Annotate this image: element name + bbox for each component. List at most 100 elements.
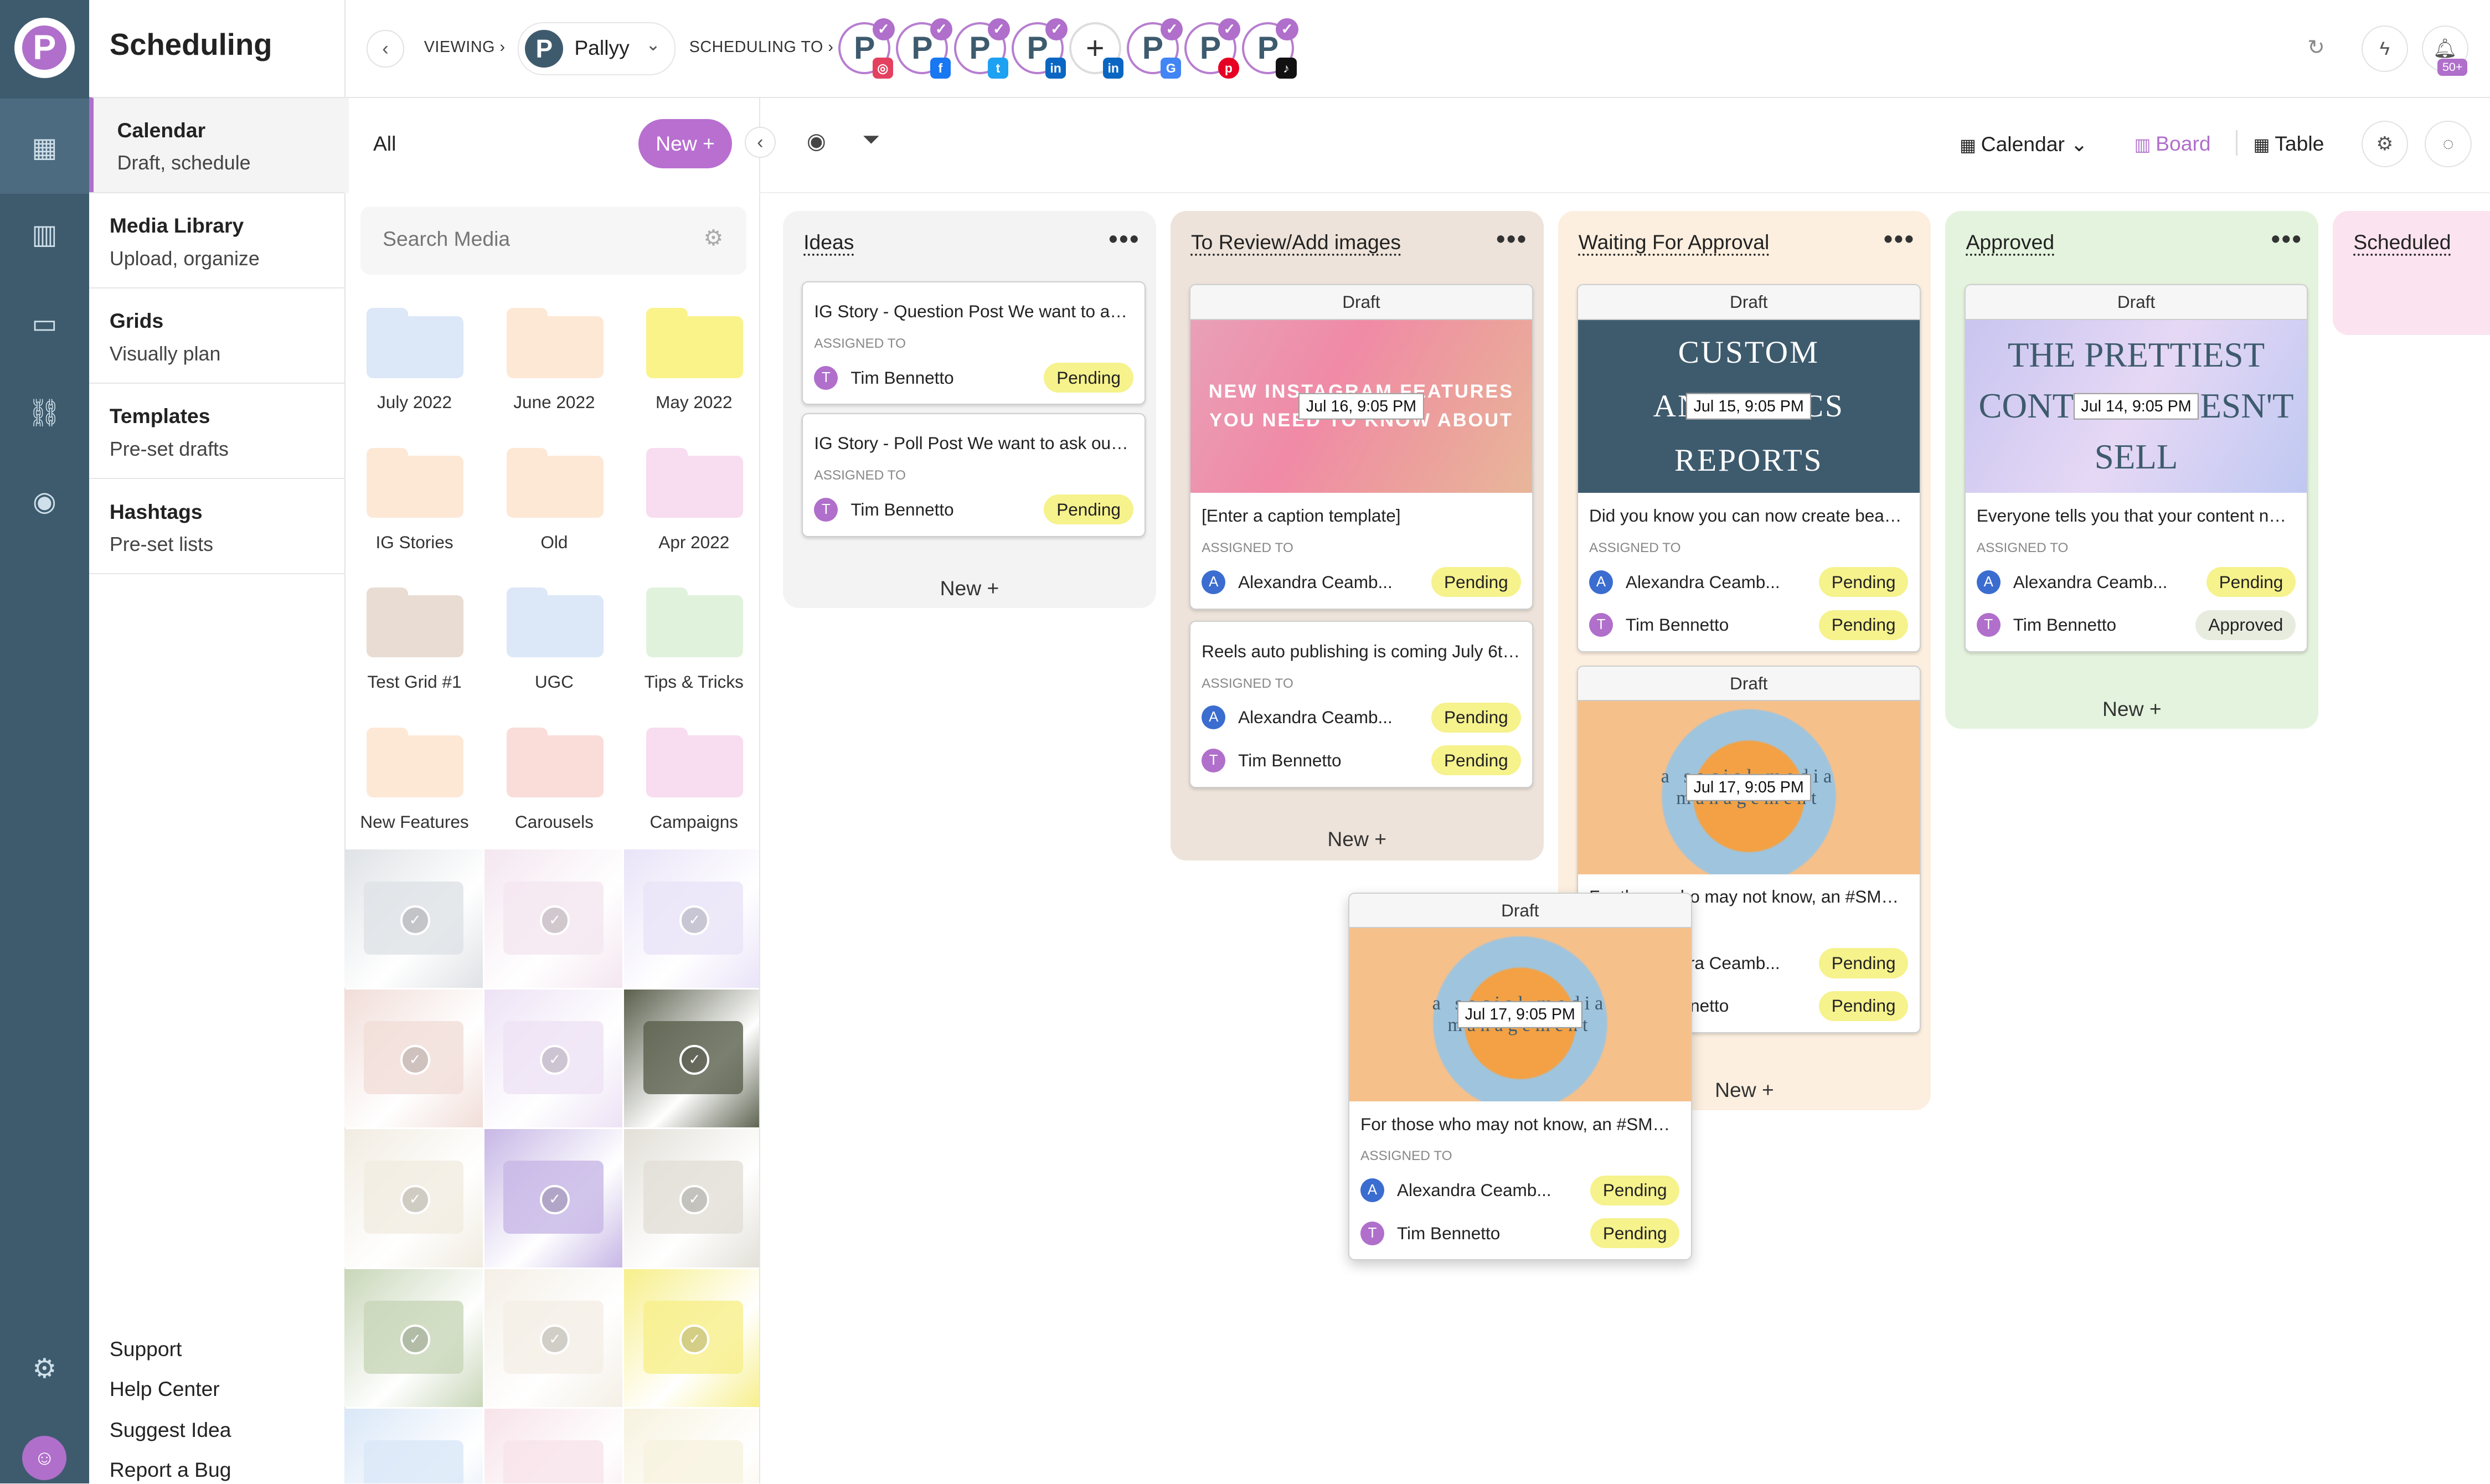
media-thumbnail[interactable]: ✓: [344, 989, 483, 1128]
column-title[interactable]: Approved: [1966, 230, 2055, 254]
folder-name[interactable]: Old: [484, 532, 624, 553]
status-badge[interactable]: Pending: [1431, 567, 1521, 597]
more-options-icon[interactable]: •••: [1496, 224, 1528, 254]
more-options-icon[interactable]: •••: [1884, 224, 1915, 254]
account-google-business[interactable]: P ✓ G: [1126, 18, 1183, 79]
board-settings-icon[interactable]: ⚙: [2361, 120, 2408, 168]
folder-icon[interactable]: [646, 727, 744, 797]
post-card[interactable]: Drafta social media managementJul 17, 9:…: [1348, 892, 1692, 1261]
new-card-button[interactable]: New +: [1171, 827, 1544, 851]
folder-name[interactable]: UGC: [484, 672, 624, 692]
media-thumbnail[interactable]: ✓: [624, 849, 759, 988]
status-badge[interactable]: Pending: [1590, 1218, 1680, 1249]
new-card-button[interactable]: New +: [783, 576, 1156, 600]
status-badge[interactable]: Pending: [1044, 363, 1133, 393]
folder-name[interactable]: Campaigns: [624, 812, 759, 832]
status-badge[interactable]: Pending: [1044, 494, 1133, 525]
gear-icon[interactable]: ⚙: [22, 1347, 66, 1391]
media-thumbnail[interactable]: ✓: [624, 1129, 759, 1267]
folder-icon[interactable]: [367, 588, 464, 658]
search-media-input[interactable]: ⚙: [360, 206, 746, 275]
lightning-icon[interactable]: ϟ: [2361, 25, 2408, 73]
folder-name[interactable]: Tips & Tricks: [624, 672, 759, 692]
status-badge[interactable]: Pending: [1818, 567, 1909, 597]
folder-icon[interactable]: [506, 308, 604, 378]
team-icon[interactable]: ☺: [22, 1435, 67, 1480]
folder-icon[interactable]: [646, 588, 744, 658]
status-badge[interactable]: Pending: [1590, 1175, 1680, 1205]
status-badge[interactable]: Pending: [2206, 567, 2296, 597]
folder-name[interactable]: Apr 2022: [624, 532, 759, 553]
folder-name[interactable]: June 2022: [484, 392, 624, 413]
account-linkedin[interactable]: P ✓ in: [1011, 18, 1068, 79]
brand-selector[interactable]: P Pallyy ⌄: [517, 22, 676, 75]
status-badge[interactable]: Pending: [1818, 948, 1909, 978]
nav-item-hashtags[interactable]: Hashtags Pre-set lists: [89, 478, 345, 574]
folder-icon[interactable]: [506, 588, 604, 658]
folder-name[interactable]: May 2022: [624, 392, 759, 413]
settings-icon[interactable]: ⚙: [704, 225, 724, 251]
search-input[interactable]: [379, 225, 688, 253]
media-thumbnail[interactable]: ✓: [484, 989, 623, 1128]
status-badge[interactable]: Approved: [2195, 610, 2296, 640]
new-card-button[interactable]: New +: [1945, 697, 2318, 721]
account-tiktok[interactable]: P ✓ ♪: [1242, 18, 1298, 79]
folder-name[interactable]: IG Stories: [344, 532, 484, 553]
media-thumbnail[interactable]: ✓: [624, 1269, 759, 1408]
post-card[interactable]: Reels auto publishing is coming July 6th…: [1189, 621, 1533, 788]
table-view-tab[interactable]: ▦ Table: [2254, 132, 2324, 156]
media-thumbnail[interactable]: [344, 1408, 483, 1483]
chat-icon[interactable]: ◌: [2425, 120, 2472, 168]
more-options-icon[interactable]: •••: [2271, 224, 2303, 254]
calendar-view-dropdown[interactable]: ▦ Calendar ⌄: [1960, 132, 2087, 156]
folder-icon[interactable]: [646, 447, 744, 518]
account-pinterest[interactable]: P ✓ p: [1184, 18, 1241, 79]
new-media-button[interactable]: New +: [638, 119, 733, 168]
post-card[interactable]: IG Story - Question Post We want to ask …: [802, 281, 1146, 405]
post-card[interactable]: IG Story - Poll Post We want to ask our …: [802, 413, 1146, 537]
account-facebook[interactable]: P ✓ f: [896, 18, 952, 79]
column-title[interactable]: To Review/Add images: [1191, 230, 1401, 254]
compass-icon[interactable]: ◉: [22, 480, 66, 524]
nav-item-media-library[interactable]: Media Library Upload, organize: [89, 192, 345, 288]
report-bug-link[interactable]: Report a Bug: [110, 1458, 231, 1482]
media-thumbnail[interactable]: ✓: [344, 849, 483, 988]
suggest-idea-link[interactable]: Suggest Idea: [110, 1418, 231, 1442]
support-link[interactable]: Support: [110, 1337, 182, 1361]
folder-icon[interactable]: [367, 447, 464, 518]
folder-name[interactable]: Carousels: [484, 812, 624, 832]
back-button[interactable]: ‹: [367, 30, 404, 68]
eye-icon[interactable]: ◉: [807, 128, 826, 154]
folder-icon[interactable]: [367, 308, 464, 378]
post-card[interactable]: DraftCUSTOM ANALYTICS REPORTSJul 15, 9:0…: [1576, 284, 1921, 652]
account-linkedin-add[interactable]: + in: [1069, 22, 1124, 79]
help-center-link[interactable]: Help Center: [110, 1377, 220, 1401]
post-card[interactable]: Draft NEW INSTAGRAM FEATURES YOU NEED TO …: [1189, 284, 1533, 610]
column-title[interactable]: Ideas: [803, 230, 854, 254]
pallyy-logo[interactable]: P: [14, 17, 75, 78]
folder-icon[interactable]: [506, 447, 604, 518]
more-options-icon[interactable]: •••: [1109, 224, 1140, 254]
folder-name[interactable]: July 2022: [344, 392, 484, 413]
status-badge[interactable]: Pending: [1431, 745, 1521, 776]
media-thumbnail[interactable]: [624, 1408, 759, 1483]
folder-icon[interactable]: [506, 727, 604, 797]
media-thumbnail[interactable]: ✓: [344, 1129, 483, 1267]
nav-item-calendar[interactable]: Calendar Draft, schedule: [89, 96, 349, 194]
column-title[interactable]: Waiting For Approval: [1579, 230, 1770, 254]
folder-name[interactable]: Test Grid #1: [344, 672, 484, 692]
refresh-icon[interactable]: ↻: [2307, 35, 2324, 59]
status-badge[interactable]: Pending: [1431, 702, 1521, 733]
calendar-icon[interactable]: ▦: [22, 126, 66, 170]
folder-icon[interactable]: [367, 727, 464, 797]
comments-icon[interactable]: ▭: [22, 302, 66, 346]
link-icon[interactable]: ⛓: [22, 391, 66, 435]
folder-icon[interactable]: [646, 308, 744, 378]
folder-name[interactable]: New Features: [344, 812, 484, 832]
post-card[interactable]: Draft THE PRETTIEST CONTENT DOESN'T SELL J…: [1964, 284, 2308, 652]
column-title[interactable]: Scheduled: [2353, 230, 2451, 254]
board-view-tab[interactable]: ▥ Board: [2135, 132, 2211, 156]
media-thumbnail[interactable]: ✓: [344, 1269, 483, 1408]
media-thumbnail[interactable]: ✓: [484, 849, 623, 988]
media-thumbnail[interactable]: [484, 1408, 623, 1483]
